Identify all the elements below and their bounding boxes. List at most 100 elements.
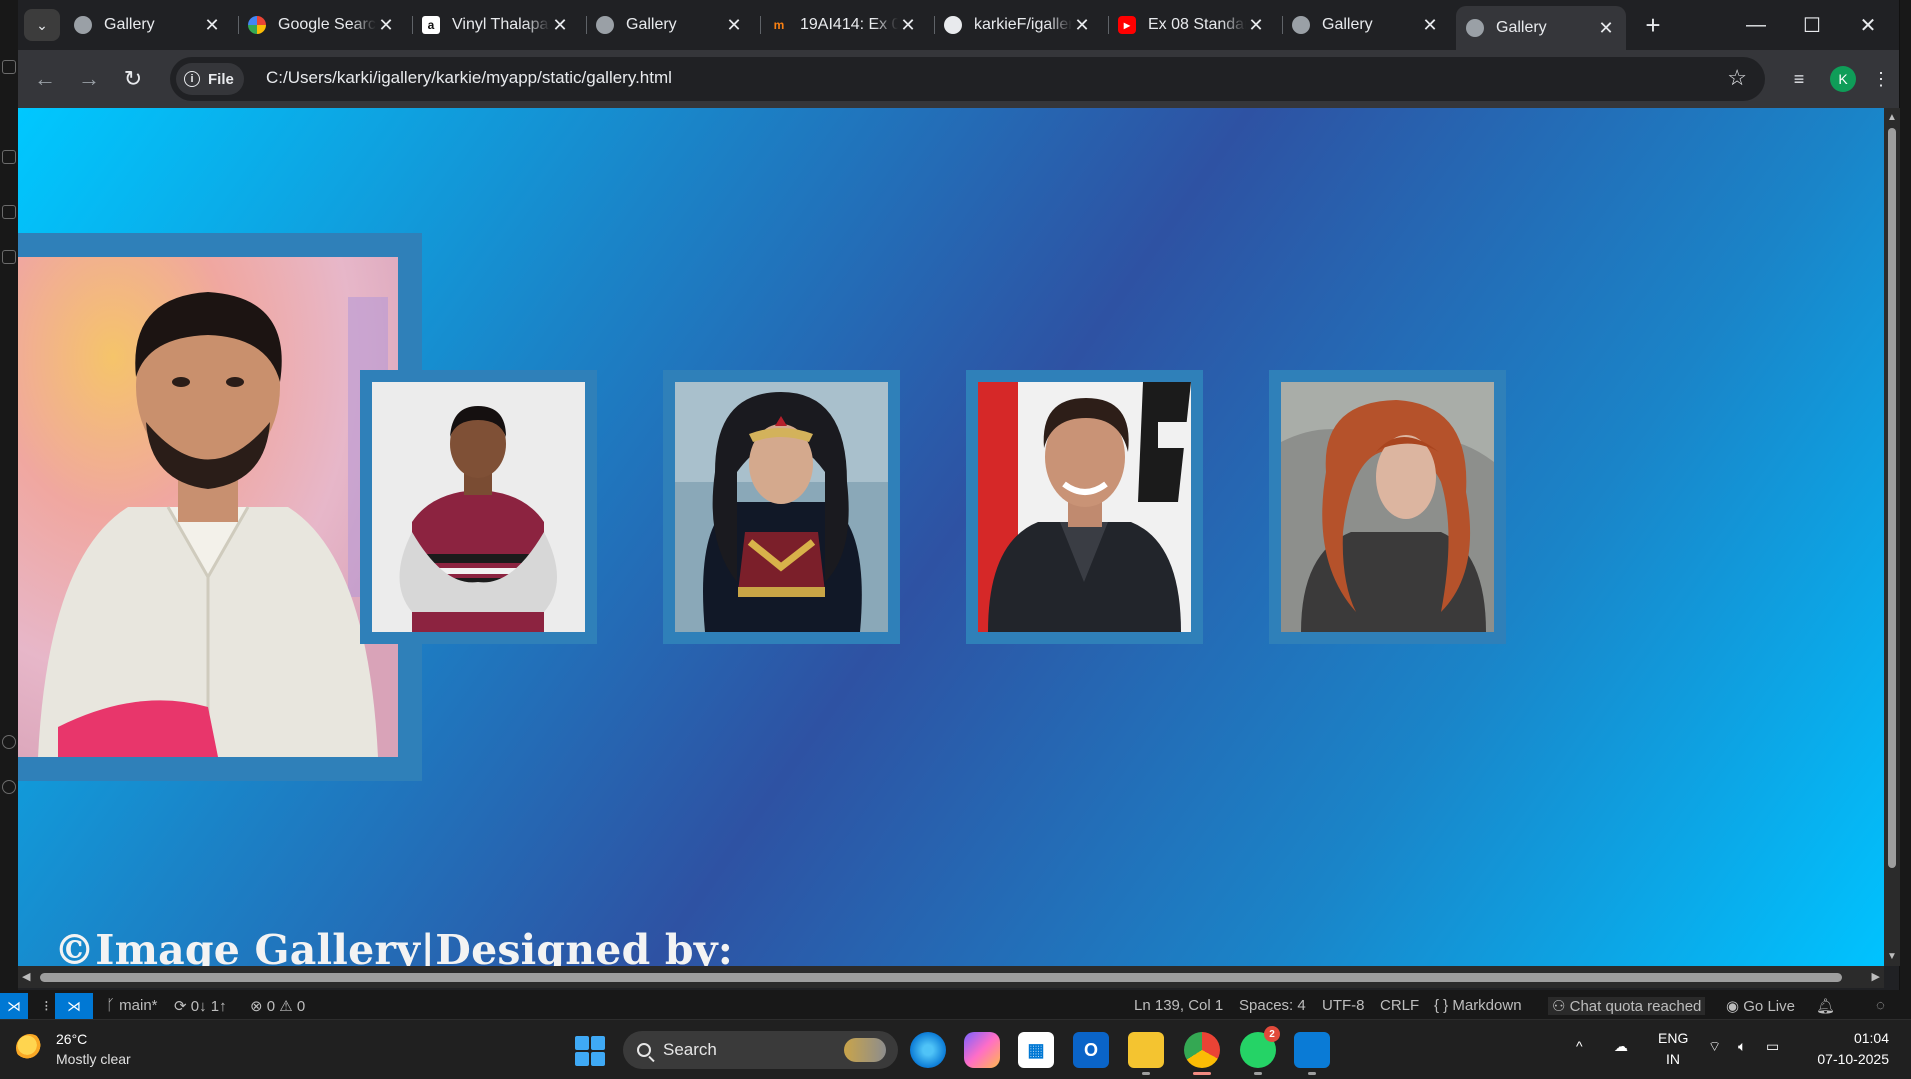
- new-tab-button[interactable]: +: [1638, 10, 1668, 40]
- vscode-icon[interactable]: [1294, 1032, 1330, 1075]
- tab-search-button[interactable]: ⌄: [24, 9, 60, 41]
- man-suit-photo[interactable]: [978, 382, 1191, 632]
- tab-gallery-active[interactable]: Gallery ✕: [1456, 6, 1626, 50]
- chrome-icon[interactable]: [1184, 1032, 1220, 1075]
- maximize-icon[interactable]: ☐: [1784, 6, 1840, 44]
- scroll-left-arrow-icon[interactable]: ◀: [22, 970, 30, 983]
- remote-indicator-icon[interactable]: ⋊: [0, 993, 28, 1019]
- bookmark-star-icon[interactable]: ☆: [1727, 65, 1747, 91]
- account-icon[interactable]: [2, 735, 16, 749]
- more-menu-icon[interactable]: ⋮: [1864, 62, 1898, 96]
- gallery-frame-4[interactable]: [966, 370, 1203, 644]
- notifications-bell-icon[interactable]: 🔔︎: [1816, 997, 1835, 1015]
- address-bar[interactable]: i File C:/Users/karki/igallery/karkie/my…: [170, 57, 1765, 101]
- man-white-shirt-photo[interactable]: [18, 257, 398, 757]
- window-close-icon[interactable]: ✕: [1840, 6, 1896, 44]
- scroll-up-arrow-icon[interactable]: ▲: [1887, 112, 1897, 123]
- close-icon[interactable]: ✕: [1596, 18, 1616, 39]
- cursor-position[interactable]: Ln 139, Col 1: [1134, 997, 1223, 1014]
- forward-arrow-icon[interactable]: →: [72, 62, 106, 96]
- weather-moon-icon[interactable]: [16, 1034, 44, 1062]
- encoding-status[interactable]: UTF-8: [1322, 997, 1365, 1014]
- tab-vinyl-amazon[interactable]: a Vinyl Thalapathy ✕: [412, 6, 580, 44]
- close-icon[interactable]: ✕: [724, 15, 744, 36]
- running-indicator: [1254, 1072, 1262, 1075]
- tab-gallery-1[interactable]: Gallery ✕: [64, 6, 232, 44]
- weather-temperature[interactable]: 26°C: [56, 1031, 87, 1047]
- clock-date[interactable]: 07-10-2025: [1817, 1051, 1889, 1067]
- back-arrow-icon[interactable]: ←: [28, 62, 62, 96]
- reload-icon[interactable]: ↻: [116, 62, 150, 96]
- close-icon[interactable]: ✕: [550, 15, 570, 36]
- edge-icon[interactable]: [910, 1032, 946, 1068]
- gallery-frame-3[interactable]: [663, 370, 900, 644]
- onedrive-cloud-icon[interactable]: ☁: [1614, 1038, 1628, 1055]
- close-icon[interactable]: ✕: [1420, 15, 1440, 36]
- red-haired-woman-photo[interactable]: [1281, 382, 1494, 632]
- tab-youtube[interactable]: ▶ Ex 08 Standard ✕: [1108, 6, 1276, 44]
- gallery-frame-2[interactable]: [360, 370, 597, 644]
- wonder-woman-image: [675, 382, 888, 632]
- settings-gear-icon[interactable]: [2, 780, 16, 794]
- file-explorer-icon[interactable]: [1128, 1032, 1164, 1075]
- store-icon[interactable]: ▦: [1018, 1032, 1054, 1068]
- horizontal-scroll-thumb[interactable]: [40, 973, 1842, 982]
- site-info-chip[interactable]: i File: [176, 63, 244, 95]
- profile-avatar[interactable]: K: [1830, 66, 1856, 92]
- chat-quota-status[interactable]: ⚇ Chat quota reached: [1548, 997, 1706, 1015]
- weather-description[interactable]: Mostly clear: [56, 1051, 131, 1067]
- minimize-icon[interactable]: —: [1728, 6, 1784, 44]
- globe-icon: [1466, 19, 1484, 37]
- url-text[interactable]: C:/Users/karki/igallery/karkie/myapp/sta…: [266, 68, 672, 88]
- source-control-icon[interactable]: [2, 150, 16, 164]
- gallery-frame-5[interactable]: [1269, 370, 1506, 644]
- close-icon[interactable]: ✕: [1072, 15, 1092, 36]
- language-mode[interactable]: { } Markdown: [1434, 997, 1522, 1014]
- tab-title: Gallery: [626, 16, 677, 33]
- sync-status[interactable]: ⟳ 0↓ 1↑: [174, 997, 227, 1015]
- branch-status[interactable]: ᚴ main*: [106, 997, 158, 1014]
- tab-google-search[interactable]: Google Search ✕: [238, 6, 406, 44]
- scroll-right-arrow-icon[interactable]: ▶: [1872, 970, 1880, 983]
- tab-gallery-2[interactable]: Gallery ✕: [586, 6, 754, 44]
- explorer-icon[interactable]: [2, 60, 16, 74]
- notification-dot-icon[interactable]: ◌: [1876, 997, 1885, 1014]
- tab-moodle[interactable]: m 19AI414: Ex 08 ✕: [760, 6, 928, 44]
- close-icon[interactable]: ✕: [376, 15, 396, 36]
- vscode-status-bar: ⋊ ⁝ ⋊ ᚴ main* ⟳ 0↓ 1↑ ⊗ 0 ⚠ 0 Ln 139, Co…: [0, 993, 1911, 1019]
- tray-overflow-chevron-icon[interactable]: ^: [1576, 1038, 1583, 1054]
- taskbar-search[interactable]: Search: [623, 1031, 898, 1069]
- eol-status[interactable]: CRLF: [1380, 997, 1419, 1014]
- copilot-app-icon[interactable]: [964, 1032, 1000, 1068]
- young-man-photo[interactable]: [372, 382, 585, 632]
- problems-status[interactable]: ⊗ 0 ⚠ 0: [250, 997, 305, 1015]
- battery-icon[interactable]: ▭: [1766, 1038, 1779, 1055]
- vertical-scrollbar[interactable]: ▲ ▼: [1884, 108, 1900, 966]
- volume-icon[interactable]: 🔈︎: [1738, 1038, 1746, 1055]
- indentation-status[interactable]: Spaces: 4: [1239, 997, 1306, 1014]
- remote-window-icon[interactable]: ⋊: [55, 993, 93, 1019]
- close-icon[interactable]: ✕: [1246, 15, 1266, 36]
- whatsapp-icon[interactable]: 2: [1240, 1026, 1280, 1075]
- browser-toolbar: ← → ↻ i File C:/Users/karki/igallery/kar…: [18, 50, 1899, 108]
- region-indicator[interactable]: IN: [1666, 1051, 1680, 1067]
- wifi-icon[interactable]: ⌔: [1708, 1038, 1721, 1056]
- outlook-icon[interactable]: O: [1073, 1032, 1109, 1068]
- vertical-scroll-thumb[interactable]: [1888, 128, 1896, 868]
- language-indicator[interactable]: ENG: [1658, 1030, 1688, 1046]
- close-icon[interactable]: ✕: [898, 15, 918, 36]
- globe-icon: [1292, 16, 1310, 34]
- horizontal-scrollbar[interactable]: ◀ ▶: [18, 966, 1884, 988]
- tab-gallery-3[interactable]: Gallery ✕: [1282, 6, 1450, 44]
- wonder-woman-photo[interactable]: [675, 382, 888, 632]
- clock-time[interactable]: 01:04: [1854, 1030, 1889, 1046]
- scroll-down-arrow-icon[interactable]: ▼: [1887, 951, 1897, 962]
- windows-start-icon[interactable]: [575, 1036, 605, 1066]
- accounts-icon[interactable]: ⁝: [44, 997, 49, 1015]
- media-queue-icon[interactable]: ≡: [1782, 62, 1816, 96]
- close-icon[interactable]: ✕: [202, 15, 222, 36]
- debug-icon[interactable]: [2, 205, 16, 219]
- tab-github[interactable]: karkieF/igallery ✕: [934, 6, 1102, 44]
- go-live-button[interactable]: ◉ Go Live: [1726, 997, 1795, 1015]
- extensions-icon[interactable]: [2, 250, 16, 264]
